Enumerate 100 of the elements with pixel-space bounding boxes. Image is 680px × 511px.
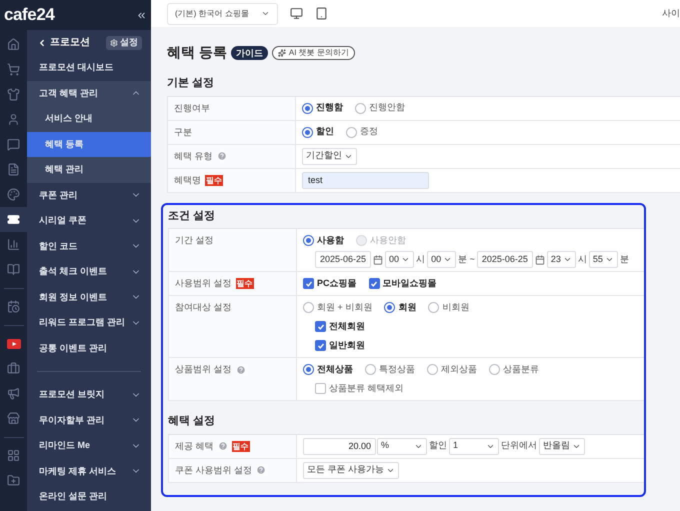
apps-icon (7, 449, 20, 462)
radio-button[interactable] (365, 364, 376, 375)
field-label: 참여대상 설정 (175, 301, 232, 314)
menu-item[interactable]: 리워드 프로그램 관리 (27, 310, 151, 336)
checkbox[interactable] (303, 278, 314, 289)
shop-select[interactable]: (기본) 한국어 쇼핑몰 (167, 2, 278, 24)
field-label: 기간 설정 (175, 234, 214, 247)
back-icon[interactable] (37, 38, 47, 48)
submenu-item[interactable]: 혜택 관리 (27, 157, 151, 182)
calendar-icon[interactable] (534, 254, 545, 264)
option-label: 사용함 (317, 234, 344, 247)
radio-button[interactable] (427, 364, 438, 375)
radio-button[interactable] (428, 302, 440, 313)
dropdown[interactable]: 23 (546, 251, 576, 268)
tablet-icon[interactable] (315, 7, 328, 20)
option-label: 모바일쇼핑몰 (382, 276, 437, 290)
ai-chat-button[interactable]: AI 챗봇 문의하기 (272, 46, 355, 60)
megaphone-icon (7, 387, 20, 400)
menu-item[interactable]: 공통 이벤트 관리 (27, 336, 151, 361)
submenu-item[interactable]: 서비스 안내 (27, 106, 151, 132)
help-icon[interactable] (256, 465, 266, 476)
checkbox[interactable] (368, 278, 380, 289)
rail-item[interactable] (0, 207, 27, 232)
date-field[interactable]: 2025-06-25 (315, 251, 372, 268)
unit-label: 분 (620, 252, 629, 266)
option-label: 상품분류 (503, 362, 539, 376)
unit-label: 분 ~ (458, 252, 475, 266)
option-label: 전체상품 (317, 362, 353, 376)
checkbox[interactable] (315, 383, 326, 394)
menu-item[interactable]: 회원 정보 이벤트 (27, 284, 151, 310)
video-icon (6, 338, 20, 348)
option-label: 비회원 (442, 300, 470, 314)
palette-icon (7, 188, 20, 201)
radio-button[interactable] (302, 102, 313, 114)
dropdown[interactable]: 기간할인 (302, 148, 357, 164)
date-field[interactable]: 2025-06-25 (476, 251, 533, 268)
option-label: 회원 (398, 300, 416, 314)
calendar-icon[interactable] (373, 254, 384, 264)
menu-item[interactable]: 출석 체크 이벤트 (27, 259, 151, 284)
monitor-icon[interactable] (290, 7, 303, 20)
document-icon (7, 163, 20, 176)
help-icon[interactable] (218, 441, 228, 452)
guide-badge[interactable]: 가이드 (230, 46, 268, 60)
unit-label: 단위에서 (501, 439, 537, 452)
text-field[interactable]: test (302, 172, 429, 188)
topbar-text[interactable]: 사이 (662, 6, 680, 20)
settings-icon (110, 38, 118, 46)
dropdown[interactable]: 반올림 (539, 438, 585, 454)
radio-button[interactable] (346, 126, 357, 138)
menu-item[interactable]: 마케팅 제휴 서비스 (27, 458, 151, 484)
dropdown[interactable]: 모든 쿠폰 사용가능 (303, 462, 400, 478)
help-icon[interactable] (216, 151, 227, 162)
submenu-item[interactable]: 혜택 등록 (27, 132, 151, 157)
menu-item[interactable]: 리마인드 Me (27, 433, 151, 458)
number-field[interactable]: 20.00 (303, 438, 376, 454)
cart-icon (7, 63, 20, 76)
option-label: 진행함 (316, 101, 343, 114)
dropdown[interactable]: 1 (449, 438, 499, 454)
page-title: 혜택 등록 (167, 43, 227, 62)
dropdown[interactable]: % (377, 438, 427, 454)
folder-icon (7, 474, 20, 487)
store-icon (7, 412, 20, 425)
unit-label: 시 (416, 252, 426, 266)
menu-item[interactable]: 무이자할부 관리 (27, 408, 151, 433)
menu-item[interactable]: 할인 코드 (27, 234, 151, 259)
option-label: 상품분류 혜택제외 (329, 382, 404, 395)
menu-item[interactable]: 고객 혜택 관리 (27, 80, 151, 106)
menu-item[interactable]: 시리얼 쿠폰 (27, 208, 151, 234)
settings-button[interactable]: 설정 (106, 36, 142, 50)
radio-button[interactable] (384, 302, 396, 313)
option-label: 회원 + 비회원 (317, 300, 372, 314)
field-label: 사용범위 설정 (175, 277, 232, 290)
menu-item[interactable]: 쿠폰 관리 (27, 182, 151, 208)
caret-icon (443, 255, 452, 264)
radio-button[interactable] (303, 364, 314, 375)
radio-button[interactable] (355, 102, 366, 114)
dropdown[interactable]: 55 (588, 251, 618, 268)
menu-item[interactable]: 온라인 설문 관리 (27, 484, 151, 510)
menu-item[interactable]: 프로모션 브릿지 (27, 382, 151, 408)
caret-icon (604, 255, 614, 264)
radio-button[interactable] (302, 126, 313, 138)
radio-button[interactable] (303, 235, 314, 246)
option-label: 일반회원 (329, 338, 365, 352)
field-label: 구분 (174, 126, 192, 138)
chat-icon (7, 138, 20, 151)
dropdown[interactable]: 00 (385, 251, 414, 268)
dropdown[interactable]: 00 (427, 251, 456, 268)
option-label: 특정상품 (379, 362, 415, 376)
collapse-icon[interactable] (136, 10, 147, 20)
help-icon[interactable] (236, 364, 246, 375)
option-label: 제외상품 (441, 362, 477, 376)
checkbox[interactable] (315, 340, 326, 351)
user-icon (7, 113, 20, 126)
radio-button[interactable] (303, 302, 314, 313)
ticket-icon (7, 213, 20, 226)
radio-button[interactable] (489, 364, 500, 375)
field-label: 상품범위 설정 (175, 363, 232, 376)
required-badge: 필수 (205, 174, 223, 186)
checkbox[interactable] (315, 321, 326, 332)
menu-item[interactable]: 프로모션 대시보드 (27, 55, 151, 80)
